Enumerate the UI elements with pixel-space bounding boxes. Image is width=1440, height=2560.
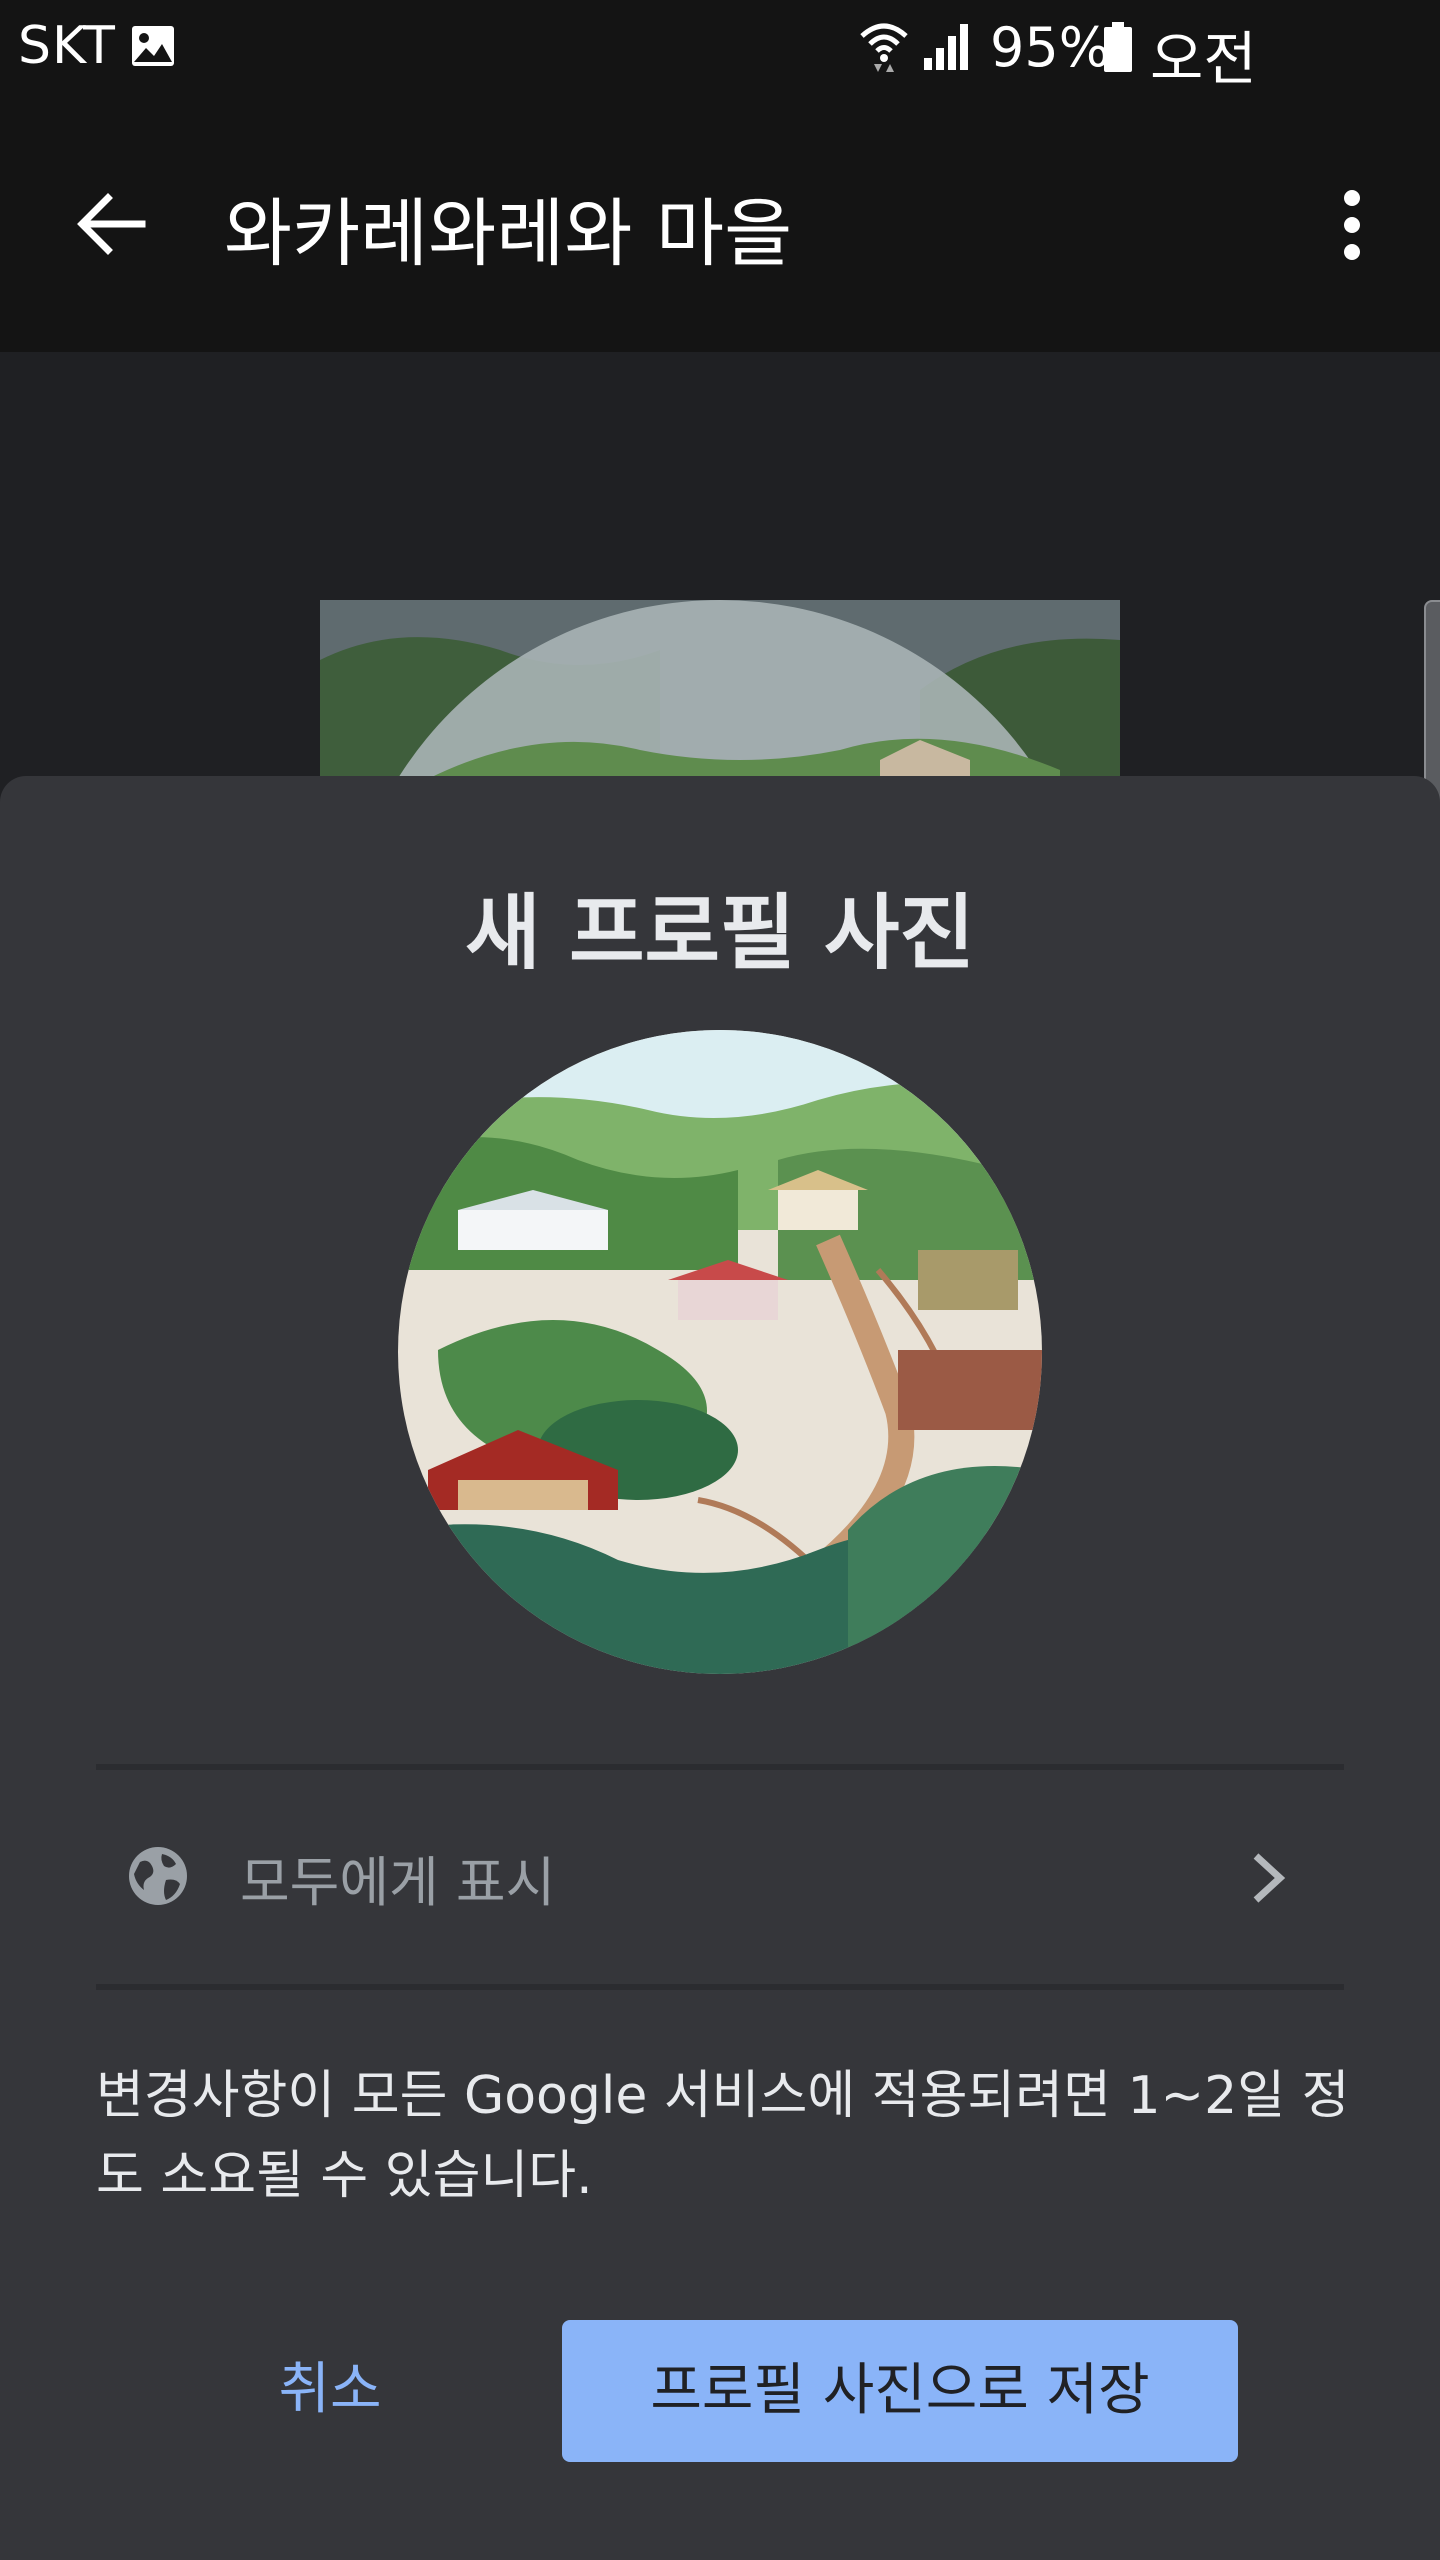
visibility-label: 모두에게 표시: [240, 1851, 556, 1914]
visibility-setting-row[interactable]: 모두에게 표시: [96, 1772, 1344, 1984]
divider: [96, 1764, 1344, 1770]
chevron-right-icon: [1253, 1853, 1286, 1903]
gallery-icon: [132, 26, 174, 66]
sheet-title: 새 프로필 사진: [465, 886, 975, 981]
signal-icon: [924, 24, 968, 70]
app-bar: 와카레와레와 마을: [0, 98, 1440, 352]
battery-icon: [1104, 22, 1132, 72]
page-title: 와카레와레와 마을: [224, 191, 793, 277]
battery-percentage: 95%: [990, 16, 1111, 79]
more-icon[interactable]: [1322, 180, 1382, 270]
status-bar: SKT 95% 오전 10:47: [0, 0, 1440, 164]
change-notice: 변경사항이 모든 Google 서비스에 적용되려면 1~2일 정도 소요될 수…: [96, 2066, 1350, 2206]
save-profile-photo-button[interactable]: 프로필 사진으로 저장: [562, 2320, 1238, 2462]
profile-photo-sheet: 새 프로필 사진 모두에게 표시 변경사항이 모든 Google 서비스에 적용…: [0, 776, 1440, 2560]
divider: [96, 1984, 1344, 1990]
profile-photo-preview: [398, 1030, 1042, 1674]
globe-icon: [129, 1847, 187, 1905]
back-icon[interactable]: [72, 184, 152, 264]
cancel-button[interactable]: 취소: [200, 2320, 460, 2460]
wifi-icon: [860, 23, 908, 72]
carrier-label: SKT: [18, 16, 116, 76]
